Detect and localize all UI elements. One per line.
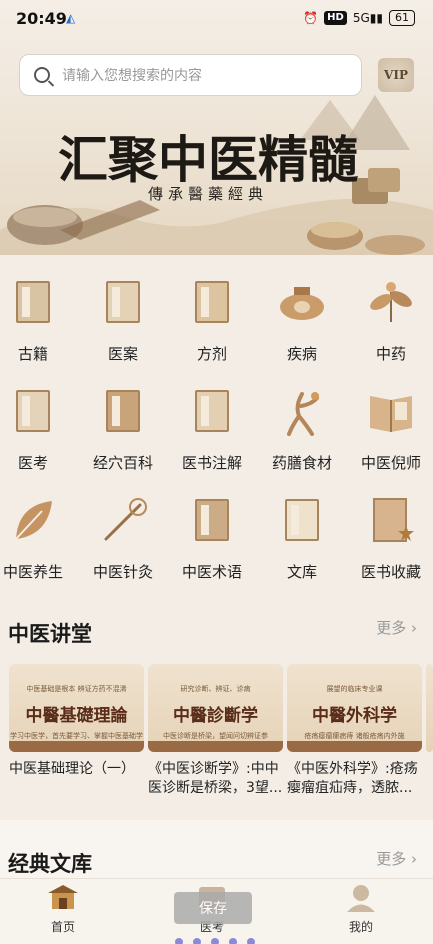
tab-label: 我的 bbox=[348, 920, 373, 934]
chevron-right-icon: › bbox=[411, 850, 417, 868]
status-icons: ⏰ HD 5G▮▮ 61 bbox=[303, 10, 415, 26]
term-book-icon bbox=[187, 495, 237, 545]
hd-badge: HD bbox=[324, 11, 347, 25]
profile-icon bbox=[347, 885, 375, 912]
category-label: 中医针灸 bbox=[92, 563, 153, 581]
course-band bbox=[148, 741, 283, 752]
save-toast: 保存 bbox=[174, 892, 252, 924]
case-file-icon bbox=[98, 277, 148, 327]
tab-profile[interactable]: 我的 bbox=[311, 879, 411, 944]
course-caption[interactable]: 《中医外科学》:疮疡瘿瘤疽疝痔，透脓... bbox=[287, 760, 422, 798]
course-cover-title: 中醫基礎理論 bbox=[25, 706, 128, 726]
banner-title: 汇聚中医精髓 bbox=[58, 130, 358, 189]
lecture-more-link[interactable]: 更多 › bbox=[376, 617, 417, 638]
home-pavilion-icon bbox=[48, 885, 78, 909]
category-acupoints[interactable]: 经穴百科 bbox=[80, 364, 166, 472]
signal-label: 5G bbox=[352, 11, 370, 25]
search-input[interactable]: 请输入您想搜索的内容 bbox=[19, 54, 362, 96]
status-bar: 20:49 ◭ ⏰ HD 5G▮▮ 61 bbox=[0, 0, 433, 40]
status-time: 20:49 bbox=[16, 9, 67, 28]
chevron-right-icon: › bbox=[411, 619, 417, 637]
alarm-icon: ⏰ bbox=[303, 11, 319, 25]
category-food-therapy[interactable]: 药膳食材 bbox=[259, 364, 345, 472]
ginseng-icon bbox=[277, 386, 327, 436]
leaf-icon bbox=[8, 495, 58, 545]
library-more-link[interactable]: 更多 › bbox=[376, 848, 417, 869]
course-description: 学习中医学，首先要学习、掌握中医基础学 bbox=[10, 732, 143, 740]
category-label: 古籍 bbox=[17, 345, 48, 363]
battery-icon: 61 bbox=[389, 10, 415, 26]
course-card[interactable]: 研究诊断、辨证、诊病 中醫診斷学 中医诊断是桥梁，望闻问切辨证参 bbox=[148, 664, 283, 752]
course-description: 疮疡瘿瘤瘰疬痔 诸般疮疡内外施 bbox=[304, 732, 405, 740]
bookmark-star-icon bbox=[366, 495, 416, 545]
disease-pot-icon bbox=[277, 277, 327, 327]
lecture-section-title: 中医讲堂 bbox=[8, 621, 92, 646]
course-cover-title: 中醫診斷学 bbox=[173, 706, 258, 726]
ancient-book-icon bbox=[8, 277, 58, 327]
page-indicator bbox=[160, 938, 270, 944]
category-health-keeping[interactable]: 中医养生 bbox=[0, 473, 76, 581]
battery-level: 61 bbox=[395, 11, 409, 24]
prescription-icon bbox=[187, 277, 237, 327]
category-label: 中药 bbox=[375, 345, 406, 363]
needle-icon bbox=[98, 495, 148, 545]
category-label: 文库 bbox=[286, 563, 317, 581]
header-banner: 20:49 ◭ ⏰ HD 5G▮▮ 61 请输入您想搜索的内容 VIP 汇聚中医… bbox=[0, 0, 433, 255]
category-label: 药膳食材 bbox=[271, 454, 332, 472]
search-placeholder: 请输入您想搜索的内容 bbox=[62, 68, 202, 84]
tab-label: 首页 bbox=[50, 920, 75, 934]
category-exam[interactable]: 医考 bbox=[0, 364, 76, 472]
course-tagline: 研究诊断、辨证、诊病 bbox=[180, 685, 251, 693]
course-tagline: 中医基础是根本 辨证方药不混淆 bbox=[26, 685, 127, 693]
category-label: 医案 bbox=[107, 345, 138, 363]
tab-home[interactable]: 首页 bbox=[13, 879, 113, 944]
vip-label: VIP bbox=[384, 68, 408, 82]
course-card-partial[interactable] bbox=[426, 664, 433, 752]
course-card[interactable]: 中医基础是根本 辨证方药不混淆 中醫基礎理論 学习中医学，首先要学习、掌握中医基… bbox=[9, 664, 144, 752]
exam-icon bbox=[8, 386, 58, 436]
category-grid: 古籍 医案 方剂 疾病 中药 医考 经穴百科 医书注解 药膳食材 中医倪师 中医… bbox=[0, 255, 433, 605]
category-label: 疾病 bbox=[286, 345, 317, 363]
annotation-icon bbox=[187, 386, 237, 436]
search-icon bbox=[34, 67, 50, 83]
category-label: 医书收藏 bbox=[360, 563, 421, 581]
category-annotations[interactable]: 医书注解 bbox=[169, 364, 255, 472]
category-herbs[interactable]: 中药 bbox=[348, 255, 433, 363]
master-book-icon bbox=[366, 386, 416, 436]
library-icon bbox=[277, 495, 327, 545]
app-notification-icon: ◭ bbox=[66, 11, 76, 25]
category-medical-cases[interactable]: 医案 bbox=[80, 255, 166, 363]
category-label: 经穴百科 bbox=[92, 454, 153, 472]
category-acupuncture[interactable]: 中医针灸 bbox=[80, 473, 166, 581]
more-label: 更多 bbox=[376, 850, 407, 868]
category-label: 中医术语 bbox=[181, 563, 242, 581]
category-label: 方剂 bbox=[196, 345, 227, 363]
course-caption[interactable]: 《中医诊断学》:中中医诊断是桥梁，3望... bbox=[148, 760, 283, 798]
category-master-ni[interactable]: 中医倪师 bbox=[348, 364, 433, 472]
course-card[interactable]: 展望的临床专业课 中醫外科学 疮疡瘿瘤瘰疬痔 诸般疮疡内外施 bbox=[287, 664, 422, 752]
vip-button[interactable]: VIP bbox=[378, 58, 414, 92]
category-terminology[interactable]: 中医术语 bbox=[169, 473, 255, 581]
course-band bbox=[287, 741, 422, 752]
category-label: 医考 bbox=[17, 454, 48, 472]
banner-subtitle: 傳承醫藥經典 bbox=[148, 185, 269, 203]
course-description: 中医诊断是桥梁，望闻问切辨证参 bbox=[163, 732, 268, 740]
course-band bbox=[9, 741, 144, 752]
library-section-title: 经典文库 bbox=[8, 851, 92, 876]
category-prescriptions[interactable]: 方剂 bbox=[169, 255, 255, 363]
category-label: 中医倪师 bbox=[360, 454, 421, 472]
category-label: 医书注解 bbox=[181, 454, 242, 472]
category-library[interactable]: 文库 bbox=[259, 473, 345, 581]
course-cover-title: 中醫外科学 bbox=[312, 706, 397, 726]
category-ancient-books[interactable]: 古籍 bbox=[0, 255, 76, 363]
category-diseases[interactable]: 疾病 bbox=[259, 255, 345, 363]
course-caption[interactable]: 中医基础理论（一） bbox=[9, 760, 144, 779]
course-tagline: 展望的临床专业课 bbox=[326, 685, 383, 693]
category-bookmarks[interactable]: 医书收藏 bbox=[348, 473, 433, 581]
category-label: 中医养生 bbox=[2, 563, 63, 581]
acupoint-book-icon bbox=[98, 386, 148, 436]
signal-icon: 5G▮▮ bbox=[352, 11, 383, 25]
more-label: 更多 bbox=[376, 619, 407, 637]
herb-icon bbox=[366, 277, 416, 327]
